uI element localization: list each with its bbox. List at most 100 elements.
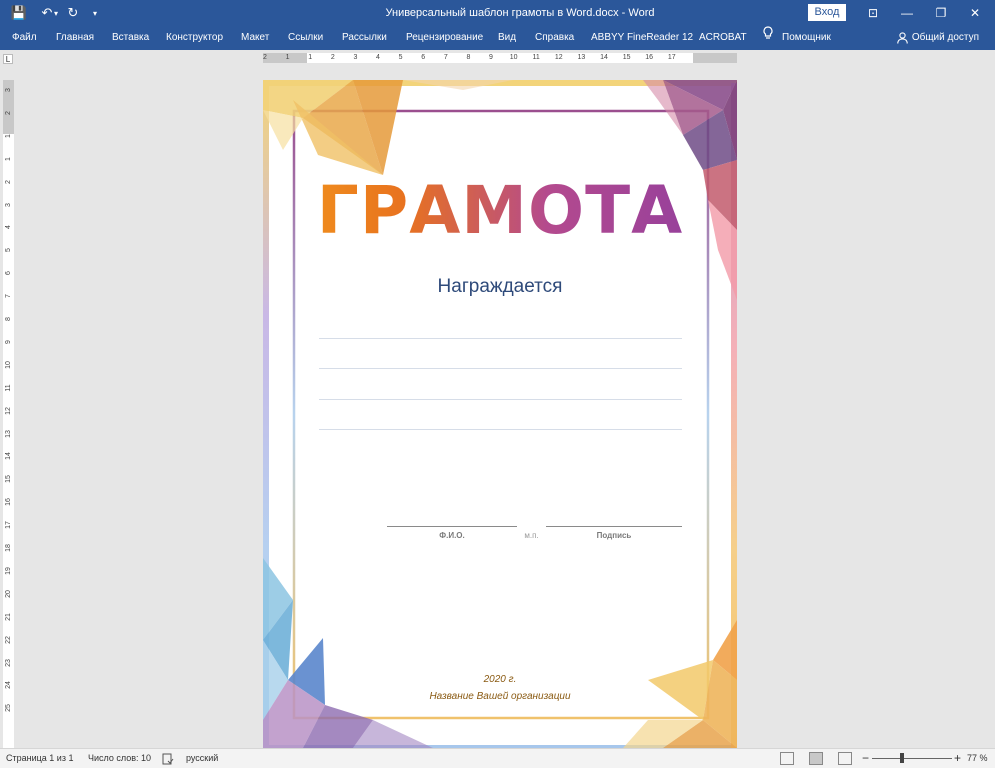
- tab-help[interactable]: Справка: [535, 26, 574, 50]
- ruler-number: 24: [5, 681, 12, 690]
- document-page[interactable]: ГРАМОТА Награждается Ф.И.О. м.п. Подпись…: [263, 80, 737, 748]
- tab-acrobat[interactable]: ACROBAT: [699, 26, 747, 50]
- recipient-line-4[interactable]: [319, 429, 682, 430]
- recipient-line-1[interactable]: [319, 338, 682, 339]
- ruler-number: 2: [5, 110, 12, 115]
- horizontal-ruler[interactable]: L 2 1 1 2 3 4 5 6 7 8 9 10 11 12 13 14 15 16 17: [0, 50, 995, 66]
- ruler-number: 2: [5, 179, 12, 184]
- ruler-number: 5: [398, 54, 403, 61]
- recipient-line-2[interactable]: [319, 368, 682, 369]
- signature-label[interactable]: Подпись: [546, 531, 682, 540]
- ruler-number: 1: [5, 133, 12, 138]
- print-layout-icon[interactable]: [809, 752, 823, 765]
- ruler-number: 18: [5, 544, 12, 552]
- ruler-number: 23: [5, 658, 12, 667]
- redo-icon[interactable]: ↻: [62, 0, 84, 26]
- ruler-number: 7: [443, 54, 448, 61]
- zoom-slider[interactable]: [872, 758, 952, 759]
- fio-label[interactable]: Ф.И.О.: [387, 531, 517, 540]
- awarded-text[interactable]: Награждается: [263, 276, 737, 298]
- right-margin-area: [693, 53, 737, 63]
- close-icon[interactable]: ✕: [958, 0, 992, 26]
- ruler-number: 16: [645, 54, 654, 61]
- ruler-number: 14: [600, 54, 608, 61]
- tab-file[interactable]: Файл: [12, 26, 37, 50]
- word-count[interactable]: Число слов: 10: [88, 749, 151, 768]
- tab-insert[interactable]: Вставка: [112, 26, 149, 50]
- tab-selector[interactable]: L: [3, 54, 13, 64]
- recipient-line-3[interactable]: [319, 399, 682, 400]
- web-layout-icon[interactable]: [838, 752, 852, 765]
- ruler-number: 2: [263, 54, 267, 61]
- ruler-number: 1: [308, 54, 313, 61]
- ruler-number: 22: [5, 635, 12, 644]
- tab-layout[interactable]: Макет: [241, 26, 269, 50]
- zoom-slider-thumb[interactable]: [900, 753, 904, 763]
- lightbulb-icon[interactable]: [762, 26, 774, 50]
- tab-abbyy-finereader[interactable]: ABBYY FineReader 12: [591, 26, 693, 50]
- organization-name[interactable]: Название Вашей организации: [263, 691, 737, 702]
- signature-line: [546, 526, 682, 527]
- ruler-number: 21: [5, 612, 12, 621]
- ruler-number: 3: [5, 88, 12, 92]
- undo-dropdown-icon[interactable]: ▾: [50, 0, 62, 26]
- ruler-number: 8: [5, 317, 12, 321]
- ruler-number: 5: [5, 248, 12, 253]
- tab-home[interactable]: Главная: [56, 26, 94, 50]
- ruler-number: 4: [376, 54, 380, 61]
- document-canvas[interactable]: ГРАМОТА Награждается Ф.И.О. м.п. Подпись…: [16, 66, 995, 748]
- status-bar: Страница 1 из 1 Число слов: 10 русский −…: [0, 748, 995, 768]
- zoom-out-button[interactable]: −: [862, 749, 869, 768]
- ruler-number: 15: [5, 475, 12, 484]
- language-indicator[interactable]: русский: [186, 749, 218, 768]
- page-count[interactable]: Страница 1 из 1: [6, 749, 73, 768]
- ribbon-tabs: Файл Главная Вставка Конструктор Макет С…: [0, 26, 995, 50]
- ruler-number: 25: [5, 704, 12, 713]
- proofing-icon[interactable]: [162, 749, 174, 768]
- share-button[interactable]: Общий доступ: [897, 26, 979, 50]
- ruler-number: 6: [5, 271, 12, 276]
- ruler-strip[interactable]: 2 1 1 2 3 4 5 6 7 8 9 10 11 12 13 14 15 16 17: [263, 53, 737, 63]
- ruler-number: 11: [532, 54, 540, 61]
- restore-icon[interactable]: ❐: [924, 0, 958, 26]
- stamp-label[interactable]: м.п.: [517, 531, 546, 540]
- ruler-number: 17: [667, 54, 676, 61]
- tab-review[interactable]: Рецензирование: [406, 26, 483, 50]
- zoom-in-button[interactable]: +: [954, 749, 961, 768]
- ribbon-display-options-icon[interactable]: ⊡: [856, 0, 890, 26]
- ruler-number: 8: [466, 54, 471, 61]
- minimize-icon[interactable]: —: [890, 0, 924, 26]
- ruler-number: 9: [5, 339, 12, 344]
- ruler-number: 1: [285, 54, 290, 61]
- tab-design[interactable]: Конструктор: [166, 26, 223, 50]
- ruler-number: 3: [353, 54, 358, 61]
- year-text[interactable]: 2020 г.: [263, 674, 737, 685]
- save-icon[interactable]: 💾: [8, 0, 30, 26]
- read-mode-icon[interactable]: [780, 752, 794, 765]
- ruler-number: 13: [577, 54, 586, 61]
- ruler-number: 6: [421, 54, 426, 61]
- ruler-number: 3: [5, 202, 12, 207]
- ruler-number: 10: [5, 360, 12, 369]
- ruler-number: 2: [330, 54, 335, 61]
- tab-view[interactable]: Вид: [498, 26, 516, 50]
- zoom-level[interactable]: 77 %: [967, 749, 988, 768]
- vertical-ruler[interactable]: 3 2 1 1 2 3 4 5 6 7 8 9 10 11 12 13 14 15 16 17 18 19 20 21 22 23…: [3, 80, 14, 748]
- fio-signature-line: [387, 526, 517, 527]
- login-button[interactable]: Вход: [808, 4, 846, 21]
- customize-quick-access-icon[interactable]: ▾: [84, 0, 106, 26]
- tab-references[interactable]: Ссылки: [288, 26, 323, 50]
- ruler-number: 16: [5, 498, 12, 507]
- ruler-number: 15: [622, 54, 631, 61]
- ruler-number: 12: [5, 406, 12, 415]
- tell-me-search[interactable]: Помощник: [782, 26, 831, 50]
- ruler-number: 11: [5, 384, 12, 392]
- ruler-number: 17: [5, 521, 12, 529]
- share-label: Общий доступ: [911, 32, 979, 43]
- ruler-number: 10: [509, 54, 518, 61]
- window-title: Универсальный шаблон грамоты в Word.docx…: [385, 7, 655, 19]
- certificate-heading[interactable]: ГРАМОТА: [263, 172, 737, 249]
- ruler-number: 14: [5, 452, 12, 461]
- tab-mailings[interactable]: Рассылки: [342, 26, 387, 50]
- ruler-number: 7: [5, 294, 12, 299]
